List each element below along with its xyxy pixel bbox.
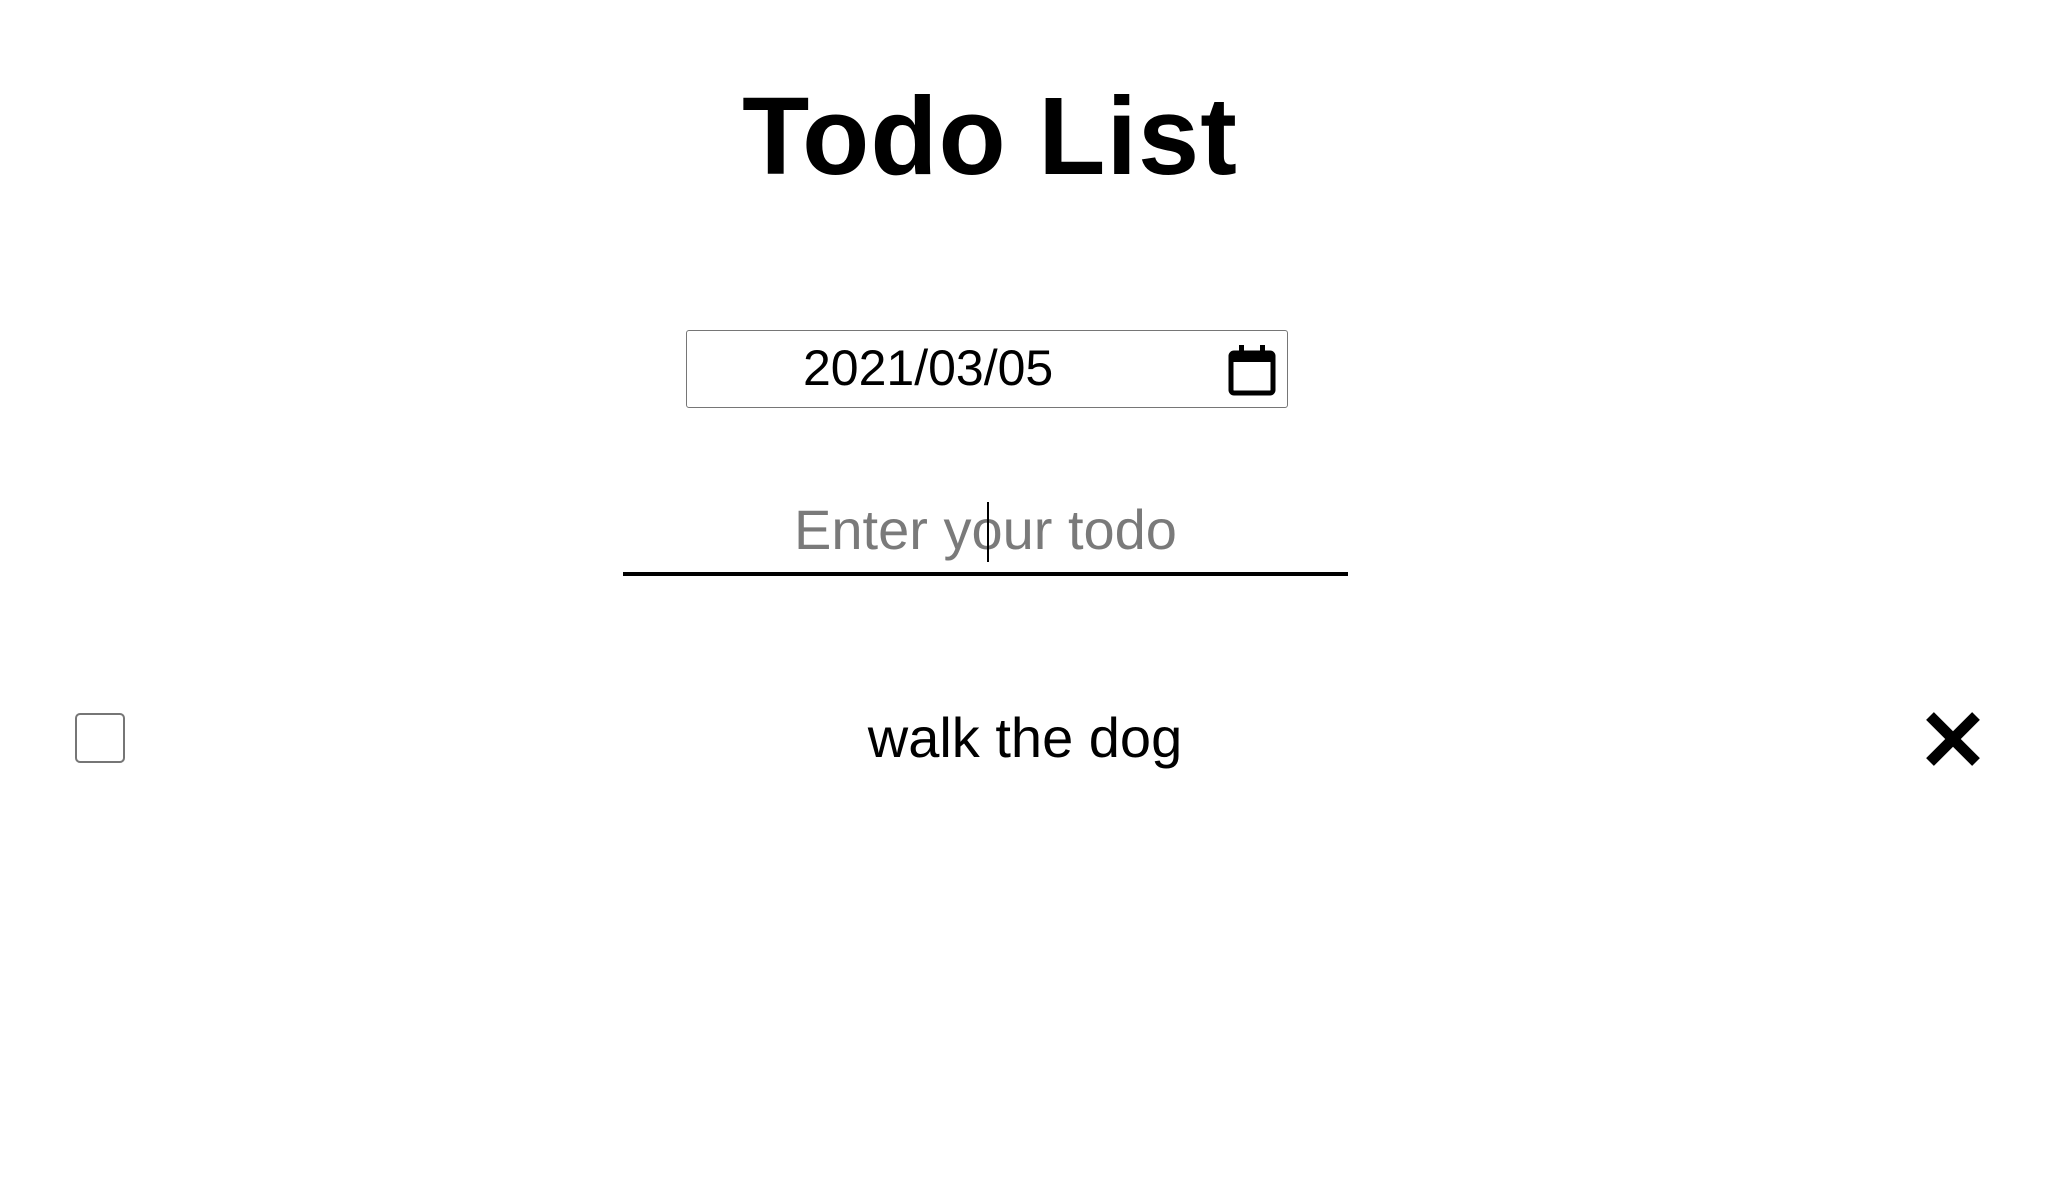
date-input[interactable]: 2021/03/05 — [686, 330, 1288, 408]
todo-input[interactable] — [623, 490, 1348, 568]
todo-text: walk the dog — [867, 706, 1183, 769]
page-title: Todo List — [742, 75, 1238, 198]
text-caret — [987, 502, 989, 562]
delete-todo-button[interactable] — [1922, 708, 1984, 770]
todo-item: walk the dog — [0, 690, 2050, 786]
calendar-icon[interactable] — [1227, 343, 1277, 397]
todo-list: walk the dog — [0, 690, 2050, 786]
todo-input-container — [623, 490, 1348, 576]
close-icon — [1926, 712, 1980, 766]
todo-app: Todo List 2021/03/05 walk the dog — [0, 0, 2050, 1198]
date-value[interactable]: 2021/03/05 — [803, 331, 1053, 406]
